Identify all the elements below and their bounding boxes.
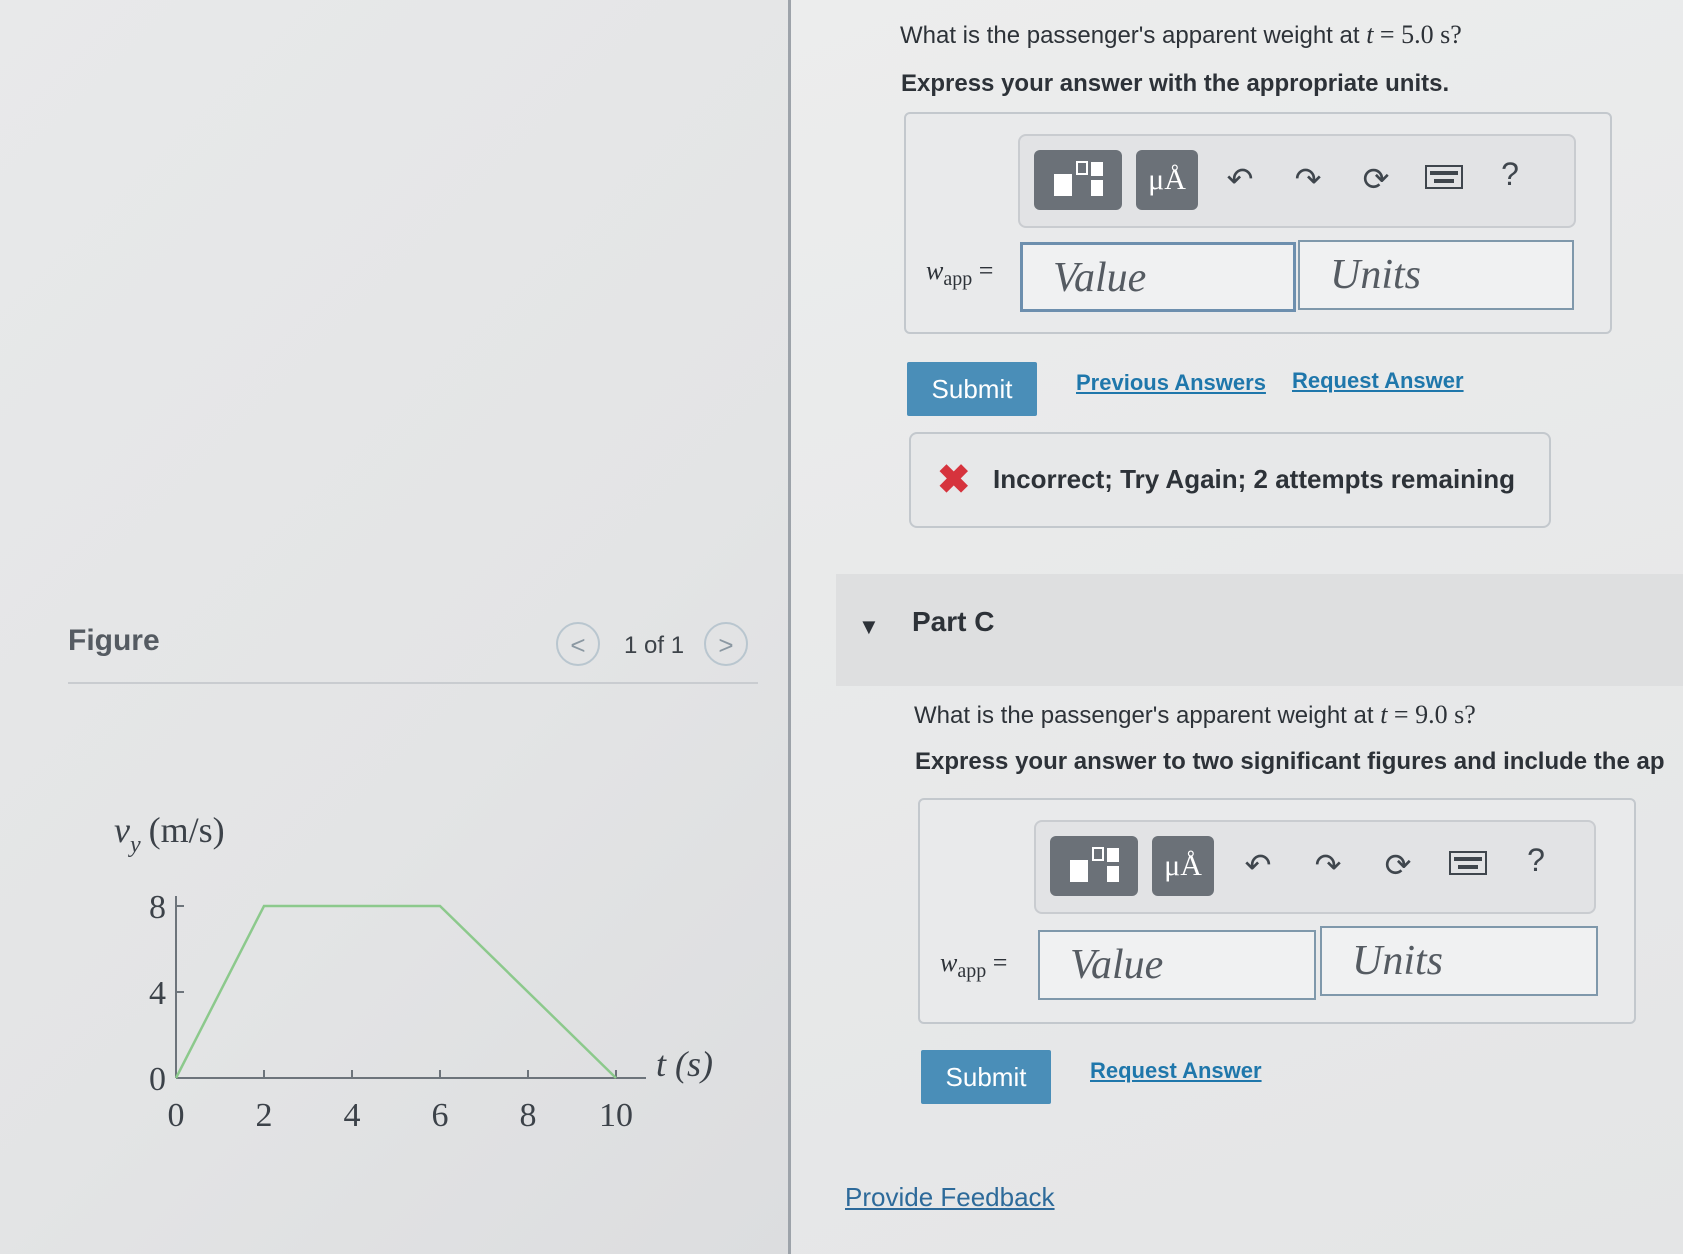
units-button[interactable]: μÅ [1152,836,1214,896]
x-tick-label: 4 [344,1097,361,1134]
templates-icon [1054,161,1103,196]
figure-pager: 1 of 1 [624,632,685,659]
templates-button[interactable] [1034,150,1122,210]
templates-button[interactable] [1050,836,1138,896]
figure-panel: Figure < 1 of 1 > 0 2 4 6 8 10 0 4 8 vy (m/s) t (… [0,0,788,1254]
part-c-instruction: Express your answer to two significant f… [915,748,1665,775]
previous-answers-link[interactable]: Previous Answers [1076,370,1266,396]
next-figure-button[interactable]: > [704,622,748,666]
velocity-series-line [174,904,617,1079]
part-b-request-answer-link[interactable]: Request Answer [1292,368,1464,394]
w-app-label: wapp = [940,948,1008,983]
chevron-right-icon: > [718,630,734,660]
undo-icon[interactable]: ↶ [1238,846,1278,884]
mu-angstrom-icon: μÅ [1164,849,1202,882]
error-x-icon: ✖ [937,458,971,502]
y-axis-label: vy (m/s) [114,810,225,858]
provide-feedback-link[interactable]: Provide Feedback [845,1182,1055,1213]
chart-ticks: 0 2 4 6 8 10 0 4 8 [149,889,633,1134]
reset-icon[interactable]: ⟳ [1378,846,1418,884]
x-tick-label: 0 [168,1097,185,1134]
part-c-toolbar: μÅ ↶ ↷ ⟳ ? [1034,820,1596,914]
mu-angstrom-icon: μÅ [1148,163,1186,196]
part-c-request-answer-link[interactable]: Request Answer [1090,1058,1262,1084]
feedback-text: Incorrect; Try Again; 2 attempts remaini… [993,464,1516,494]
units-button[interactable]: μÅ [1136,150,1198,210]
part-b-toolbar: μÅ ↶ ↷ ⟳ ? [1018,134,1576,228]
templates-icon [1070,847,1119,882]
x-tick-label: 10 [599,1097,633,1134]
previous-figure-button[interactable]: < [556,622,600,666]
x-tick-label: 2 [256,1097,273,1134]
value-input[interactable]: Value [1038,930,1316,1000]
help-icon[interactable]: ? [1490,156,1530,193]
figure-title: Figure [68,624,160,657]
part-b-instruction: Express your answer with the appropriate… [901,70,1450,97]
chart-axes [175,896,646,1079]
x-axis-label: t (s) [656,1044,713,1084]
value-input[interactable]: Value [1020,242,1296,312]
chart-series [174,904,617,1079]
reset-icon[interactable]: ⟳ [1356,160,1396,198]
x-tick-label: 8 [520,1097,537,1134]
part-c-question: What is the passenger's apparent weight … [914,700,1476,729]
part-c-submit-button[interactable]: Submit [921,1050,1051,1104]
redo-icon[interactable]: ↷ [1308,846,1348,884]
units-input[interactable]: Units [1320,926,1598,996]
part-c-title: Part C [912,606,995,637]
collapse-caret-icon[interactable]: ▼ [858,614,880,640]
y-tick-label: 4 [149,975,166,1012]
keyboard-icon[interactable] [1424,160,1464,197]
feedback-message: ✖ Incorrect; Try Again; 2 attempts remai… [909,432,1551,528]
chevron-left-icon: < [570,630,586,660]
part-b-question: What is the passenger's apparent weight … [900,20,1462,49]
velocity-time-chart: 0 2 4 6 8 10 0 4 8 vy (m/s) t (s) [114,810,713,1134]
y-tick-label: 8 [149,889,166,926]
part-b-submit-button[interactable]: Submit [907,362,1037,416]
part-b-answer-box: μÅ ↶ ↷ ⟳ ? wapp = Value Units [904,112,1612,334]
figure-divider [68,682,758,684]
x-tick-label: 6 [432,1097,449,1134]
undo-icon[interactable]: ↶ [1220,160,1260,198]
y-tick-label: 0 [149,1061,166,1098]
keyboard-icon[interactable] [1448,846,1488,883]
units-input[interactable]: Units [1298,240,1574,310]
part-c-answer-box: μÅ ↶ ↷ ⟳ ? wapp = Value Units [918,798,1636,1024]
help-icon[interactable]: ? [1516,842,1556,879]
w-app-label: wapp = [926,256,994,291]
redo-icon[interactable]: ↷ [1288,160,1328,198]
